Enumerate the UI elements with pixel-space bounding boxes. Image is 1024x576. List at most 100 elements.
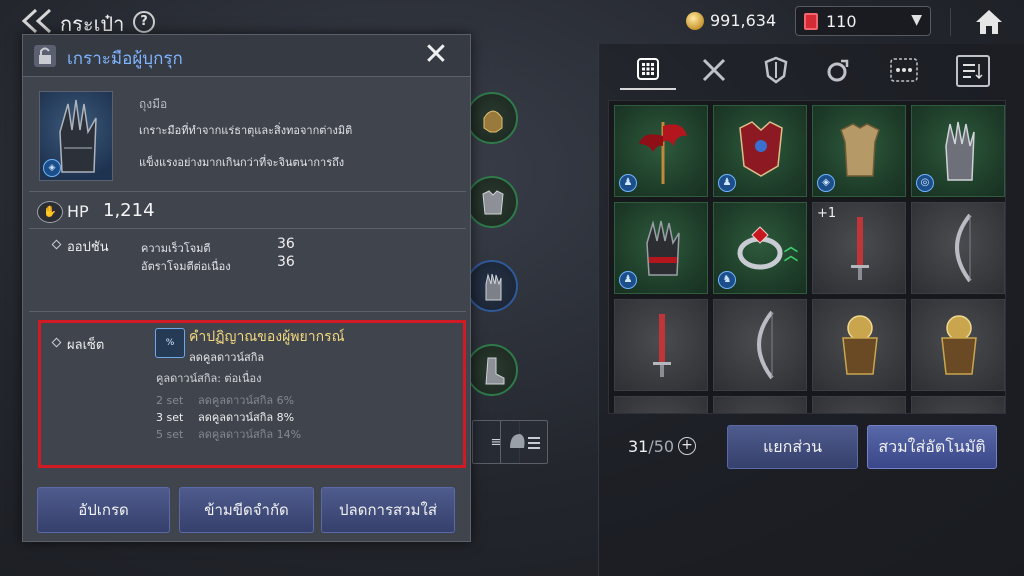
inventory-slot[interactable]: ♟ bbox=[614, 105, 708, 197]
item-thumbnail: ◈ bbox=[39, 91, 113, 181]
item-description-line: เกราะมือที่ทำจากแร่ธาตุและสิ่งทอจากต่างม… bbox=[139, 124, 353, 137]
auto-equip-button[interactable]: สวมใส่อัตโนมัติ bbox=[867, 425, 997, 469]
golden-relic-icon bbox=[842, 315, 878, 375]
red-sword-icon bbox=[851, 217, 869, 280]
set-tier-row: 3 set ลดคูลดาวน์สกิล 8% bbox=[156, 408, 294, 426]
inventory-slot[interactable] bbox=[614, 299, 708, 391]
item-detail-popup: เกราะมือผู้บุกรุก ✕ ◈ ถุงมือ เกราะมือที่… bbox=[22, 34, 471, 542]
divider bbox=[29, 228, 466, 229]
gauntlet-icon bbox=[485, 273, 502, 301]
popup-header: เกราะมือผู้บุกรุก ✕ bbox=[23, 35, 470, 77]
crossed-swords-icon bbox=[702, 58, 726, 82]
upgrade-button[interactable]: อัปเกรด bbox=[37, 487, 170, 533]
caret-down-icon: ▼ bbox=[911, 12, 922, 28]
sort-icon bbox=[963, 64, 983, 80]
inventory-slot[interactable] bbox=[911, 202, 1005, 294]
red-armor-icon bbox=[739, 121, 783, 177]
item-description-line: แข็งแรงอย่างมากเกินกว่าที่จะจินตนาการถึง bbox=[139, 156, 345, 169]
gem-amount: 110 bbox=[826, 12, 857, 31]
hp-label: HP bbox=[67, 202, 89, 221]
boots-icon bbox=[485, 357, 505, 385]
helmet-icon bbox=[483, 110, 503, 133]
red-glove-icon bbox=[646, 220, 680, 276]
tab-accessories[interactable] bbox=[810, 50, 866, 90]
class-badge-icon: ♟ bbox=[619, 271, 637, 289]
set-name: คำปฏิญาณของผู้พยากรณ์ bbox=[189, 329, 345, 345]
dismantle-button[interactable]: แยกส่วน bbox=[727, 425, 858, 469]
limit-break-button[interactable]: ข้ามขีดจำกัด bbox=[179, 487, 314, 533]
equipment-filter-button[interactable] bbox=[500, 420, 548, 464]
inventory-slot[interactable] bbox=[812, 396, 906, 413]
ring-icon bbox=[827, 59, 849, 82]
silver-bow-icon bbox=[757, 310, 774, 380]
cooldown-set-icon: % bbox=[155, 328, 185, 358]
unequip-button[interactable]: ปลดการสวมใส่ bbox=[321, 487, 455, 533]
inventory-grid: ♟ ♟ ◈ ◎ ♟ ︿ ︿ ♞ +1 bbox=[608, 100, 1006, 414]
equip-slot-helmet[interactable] bbox=[466, 92, 518, 144]
helmet-list-icon bbox=[510, 434, 540, 449]
gem-currency-dropdown[interactable]: 110 ▼ bbox=[795, 6, 931, 36]
gold-amount: 991,634 bbox=[710, 11, 777, 30]
inventory-slot[interactable] bbox=[614, 396, 708, 413]
tab-misc[interactable] bbox=[876, 50, 932, 90]
shield-badge-icon: ◈ bbox=[817, 174, 835, 192]
inventory-count: 31/50 bbox=[628, 437, 674, 456]
set-tier-effect: ลดคูลดาวน์สกิล 8% bbox=[198, 411, 295, 424]
tab-armor[interactable] bbox=[748, 50, 804, 90]
ruby-ring-icon bbox=[737, 226, 783, 270]
tab-weapons[interactable] bbox=[686, 50, 742, 90]
set-effect-label: ผลเซ็ต bbox=[67, 338, 105, 353]
back-button[interactable] bbox=[20, 6, 54, 36]
upgrade-arrow-icon: ︿ ︿ bbox=[784, 239, 798, 264]
armor-icon bbox=[482, 190, 504, 215]
inventory-slot[interactable]: ♟ bbox=[713, 105, 807, 197]
help-icon[interactable]: ? bbox=[133, 11, 155, 33]
inventory-capacity: /50 bbox=[648, 437, 675, 456]
crimson-axe-icon bbox=[639, 122, 687, 184]
close-icon[interactable]: ✕ bbox=[421, 40, 451, 71]
set-tier-effect: ลดคูลดาวน์สกิล 14% bbox=[198, 428, 302, 441]
option-stat-value: 36 bbox=[277, 254, 295, 270]
equip-slot-armor[interactable] bbox=[466, 176, 518, 228]
equip-slot-boots[interactable] bbox=[466, 344, 518, 396]
swirl-badge-icon: ◎ bbox=[916, 174, 934, 192]
set-tier-count: 3 set bbox=[156, 411, 184, 424]
golden-relic-icon bbox=[941, 315, 977, 375]
equip-slot-gloves[interactable] bbox=[466, 260, 518, 312]
inventory-slot[interactable]: ♟ bbox=[614, 202, 708, 294]
class-badge-icon: ♞ bbox=[718, 271, 736, 289]
inventory-slot[interactable] bbox=[911, 396, 1005, 413]
shield-icon bbox=[764, 56, 788, 84]
home-icon[interactable] bbox=[972, 6, 1006, 38]
divider bbox=[950, 8, 951, 36]
red-sword-icon bbox=[653, 314, 671, 377]
tab-all[interactable] bbox=[620, 50, 676, 90]
unlock-icon[interactable] bbox=[34, 45, 56, 67]
inventory-used: 31 bbox=[628, 437, 649, 456]
inventory-slot[interactable]: +1 bbox=[812, 202, 906, 294]
divider bbox=[29, 311, 466, 312]
hp-value: 1,214 bbox=[103, 200, 155, 221]
hp-stat-icon: ✋ bbox=[37, 201, 63, 223]
inventory-slot[interactable]: ︿ ︿ ♞ bbox=[713, 202, 807, 294]
set-condition: คูลดาวน์สกิล: ต่อเนื่อง bbox=[156, 372, 262, 385]
inventory-slot[interactable] bbox=[713, 396, 807, 413]
inventory-slot[interactable] bbox=[713, 299, 807, 391]
add-capacity-icon[interactable]: + bbox=[678, 437, 696, 455]
gold-coin-icon bbox=[686, 12, 704, 30]
option-stat-name: ความเร็วโจมตี bbox=[141, 242, 211, 255]
inventory-slot[interactable] bbox=[911, 299, 1005, 391]
grid-icon bbox=[637, 58, 659, 80]
set-tier-count: 5 set bbox=[156, 428, 184, 441]
inventory-slot[interactable]: ◎ bbox=[911, 105, 1005, 197]
inventory-slot[interactable]: ◈ bbox=[812, 105, 906, 197]
class-badge-icon: ♟ bbox=[619, 174, 637, 192]
option-stat-name: อัตราโจมตีต่อเนื่อง bbox=[141, 260, 231, 273]
set-effect-summary: ลดคูลดาวน์สกิล bbox=[189, 351, 265, 364]
silver-bow-icon bbox=[955, 213, 972, 283]
divider bbox=[29, 191, 466, 192]
sort-button[interactable] bbox=[956, 55, 990, 87]
inventory-slot[interactable] bbox=[812, 299, 906, 391]
more-dots-icon bbox=[890, 58, 918, 82]
set-tier-row: 5 set ลดคูลดาวน์สกิล 14% bbox=[156, 425, 301, 443]
